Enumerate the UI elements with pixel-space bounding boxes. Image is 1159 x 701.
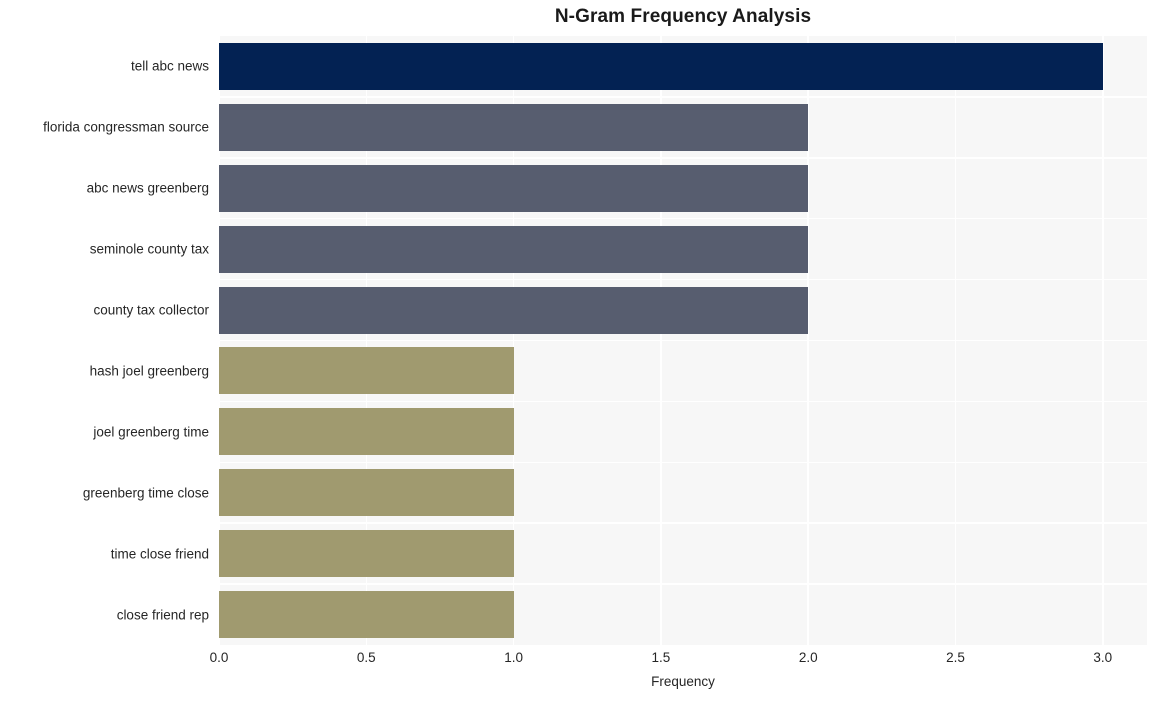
gridline-y-7 <box>219 461 1147 464</box>
bar[interactable] <box>219 164 809 212</box>
y-axis-tick-label: tell abc news <box>130 58 209 74</box>
bar[interactable] <box>219 469 514 517</box>
x-axis-tick-label: 3.0 <box>1093 650 1113 665</box>
bar[interactable] <box>219 42 1103 90</box>
bar-row[interactable] <box>219 341 1147 402</box>
y-axis-tick-label: greenberg time close <box>82 485 209 501</box>
gridline-y-2 <box>219 157 1147 159</box>
bar[interactable] <box>219 347 514 395</box>
chart-figure: N-Gram Frequency Analysis tell abc news f… <box>0 0 1159 701</box>
y-axis-tick-label: hash joel greenberg <box>89 363 209 379</box>
y-axis-tick-label: abc news greenberg <box>86 180 209 196</box>
y-axis-tick-label: florida congressman source <box>43 119 209 135</box>
gridline-y-9 <box>219 583 1147 585</box>
x-axis-tick-label: 1.0 <box>504 650 523 665</box>
x-axis-tick-label: 2.0 <box>798 650 818 665</box>
x-axis-tick-label: 0.0 <box>209 650 229 665</box>
gridline-y-6 <box>219 400 1147 403</box>
bar-row[interactable] <box>219 462 1147 523</box>
bar-series <box>219 36 1147 645</box>
y-axis-tick-labels: tell abc news florida congressman source a… <box>0 36 209 645</box>
gridline-y-5 <box>219 339 1147 342</box>
bar-row[interactable] <box>219 36 1147 97</box>
gridline-y-4 <box>219 278 1147 281</box>
y-axis-tick-label: joel greenberg time <box>93 424 209 440</box>
bar[interactable] <box>219 286 809 334</box>
x-axis-tick-label: 2.5 <box>946 650 965 665</box>
x-axis-tick-label: 1.5 <box>651 650 671 665</box>
bar-row[interactable] <box>219 97 1147 158</box>
gridline-y-1 <box>219 96 1147 98</box>
y-axis-tick-label: seminole county tax <box>89 241 209 257</box>
x-axis-title: Frequency <box>651 674 715 689</box>
bar-row[interactable] <box>219 401 1147 462</box>
gridline-y-3 <box>219 217 1147 220</box>
gridline-y-8 <box>219 522 1147 524</box>
bar[interactable] <box>219 408 514 456</box>
y-axis-tick-label: county tax collector <box>93 302 209 318</box>
bar-row[interactable] <box>219 158 1147 219</box>
y-axis-tick-label: close friend rep <box>116 607 209 623</box>
bar[interactable] <box>219 591 514 639</box>
bar[interactable] <box>219 225 809 273</box>
plot-area <box>219 36 1147 645</box>
bar-row[interactable] <box>219 584 1147 645</box>
bar-row[interactable] <box>219 280 1147 341</box>
bar-row[interactable] <box>219 523 1147 584</box>
bar-row[interactable] <box>219 219 1147 280</box>
x-axis-tick-label: 0.5 <box>356 650 376 665</box>
bar[interactable] <box>219 103 809 151</box>
chart-title: N-Gram Frequency Analysis <box>554 6 812 27</box>
bar[interactable] <box>219 530 514 578</box>
y-axis-tick-label: time close friend <box>110 546 209 562</box>
